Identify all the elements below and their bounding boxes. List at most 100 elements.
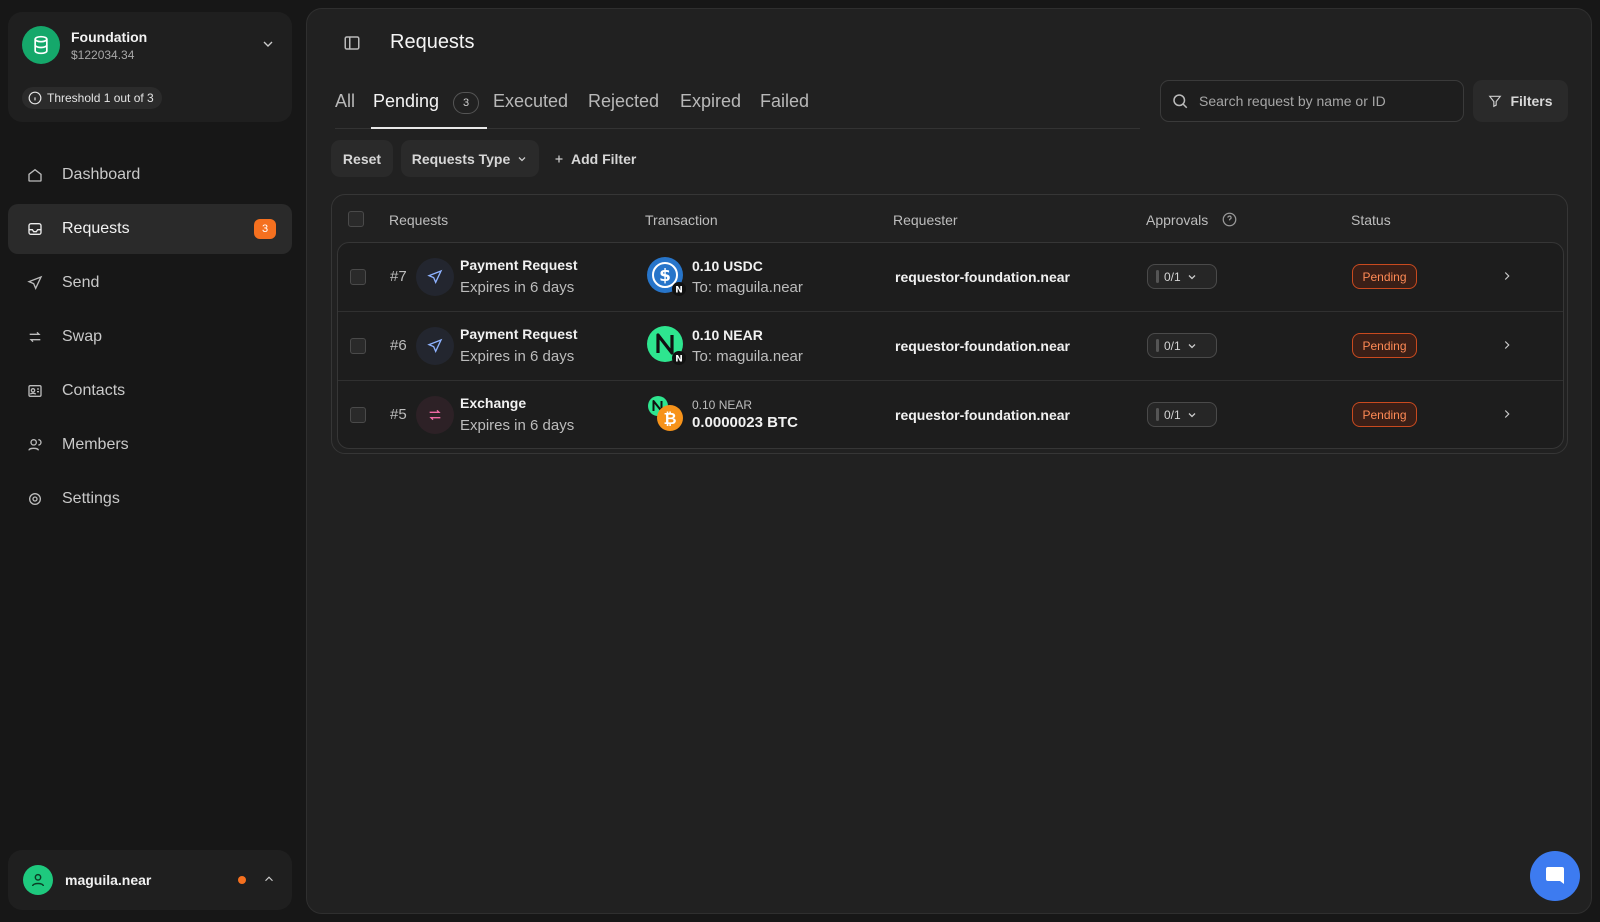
notification-dot bbox=[238, 876, 246, 884]
sidebar: Foundation $122034.34 Threshold 1 out of… bbox=[0, 0, 300, 922]
status-badge: Pending bbox=[1352, 402, 1417, 427]
send-icon bbox=[416, 327, 454, 365]
search-icon bbox=[1173, 94, 1188, 109]
request-expiry: Expires in 6 days bbox=[460, 279, 575, 296]
sidebar-item-send[interactable]: Send bbox=[8, 258, 292, 308]
usdc-token-icon: $ N bbox=[647, 257, 686, 296]
user-avatar bbox=[23, 865, 53, 895]
send-icon bbox=[416, 258, 454, 296]
sidebar-item-label: Contacts bbox=[62, 382, 126, 399]
sidebar-item-label: Swap bbox=[62, 328, 103, 345]
add-filter-label: Add Filter bbox=[571, 150, 637, 167]
status-badge: Pending bbox=[1352, 264, 1417, 289]
swap-from-amount: 0.10 NEAR bbox=[692, 398, 753, 412]
sidebar-item-label: Dashboard bbox=[62, 166, 141, 183]
table-body: #7 Payment Request Expires in 6 days $ N… bbox=[337, 242, 1564, 449]
filters-label: Filters bbox=[1510, 93, 1553, 109]
search-input[interactable] bbox=[1199, 93, 1449, 109]
svg-text:₿: ₿ bbox=[663, 409, 676, 428]
chevron-down-icon bbox=[1188, 412, 1196, 417]
user-account-menu[interactable]: maguila.near bbox=[8, 850, 292, 910]
add-filter-button[interactable]: Add Filter bbox=[553, 140, 643, 177]
sidebar-toggle-icon[interactable] bbox=[343, 34, 361, 57]
sidebar-item-label: Settings bbox=[62, 490, 120, 507]
requests-count-badge: 3 bbox=[254, 219, 276, 239]
table-row[interactable]: #5 Exchange Expires in 6 days ₿ 0.10 NEA… bbox=[338, 381, 1563, 448]
sidebar-item-settings[interactable]: Settings bbox=[8, 474, 292, 524]
column-header: Transaction bbox=[645, 212, 718, 228]
chat-support-button[interactable] bbox=[1530, 851, 1580, 901]
request-id: #7 bbox=[390, 268, 407, 285]
sidebar-item-swap[interactable]: Swap bbox=[8, 312, 292, 362]
sidebar-item-label: Send bbox=[62, 274, 100, 291]
sidebar-item-requests[interactable]: Requests 3 bbox=[8, 204, 292, 254]
transaction-recipient: To: maguila.near bbox=[692, 348, 803, 365]
chevron-down-icon bbox=[1188, 343, 1196, 348]
filters-button[interactable]: Filters bbox=[1473, 80, 1568, 122]
sidebar-item-label: Requests bbox=[62, 220, 130, 237]
transaction-amount: 0.10 USDC bbox=[692, 258, 763, 274]
home-icon bbox=[26, 166, 44, 184]
request-expiry: Expires in 6 days bbox=[460, 417, 575, 434]
tab-executed[interactable]: Executed bbox=[493, 91, 568, 112]
select-all-checkbox[interactable] bbox=[348, 211, 364, 227]
settings-icon bbox=[26, 490, 44, 508]
chevron-right-icon[interactable] bbox=[1500, 338, 1514, 357]
sidebar-item-dashboard[interactable]: Dashboard bbox=[8, 150, 292, 200]
org-switcher[interactable]: Foundation $122034.34 Threshold 1 out of… bbox=[8, 12, 292, 122]
row-checkbox[interactable] bbox=[350, 407, 366, 423]
reset-filters-button[interactable]: Reset bbox=[331, 140, 393, 177]
chevron-right-icon[interactable] bbox=[1500, 407, 1514, 426]
transaction-recipient: To: maguila.near bbox=[692, 279, 803, 296]
svg-text:N: N bbox=[675, 286, 683, 296]
approvals-count: 0/1 bbox=[1164, 269, 1181, 284]
main-panel: Requests All Pending 3 Executed Rejected… bbox=[306, 8, 1592, 914]
sidebar-item-label: Members bbox=[62, 436, 129, 453]
row-checkbox[interactable] bbox=[350, 338, 366, 354]
active-tab-indicator bbox=[371, 127, 487, 129]
chevron-up-icon[interactable] bbox=[262, 872, 276, 891]
requests-table: Requests Transaction Requester Approvals… bbox=[331, 194, 1568, 454]
chevron-down-icon bbox=[1188, 274, 1196, 279]
column-header: Approvals bbox=[1146, 212, 1209, 228]
approvals-dropdown[interactable]: 0/1 bbox=[1147, 333, 1217, 358]
tab-all[interactable]: All bbox=[335, 91, 355, 112]
status-tabs: All Pending 3 Executed Rejected Expired … bbox=[335, 79, 1140, 129]
members-icon bbox=[26, 436, 44, 454]
sidebar-item-members[interactable]: Members bbox=[8, 420, 292, 470]
table-row[interactable]: #7 Payment Request Expires in 6 days $ N… bbox=[338, 243, 1563, 312]
tab-failed[interactable]: Failed bbox=[760, 91, 809, 112]
tab-rejected[interactable]: Rejected bbox=[588, 91, 659, 112]
requester-account: requestor-foundation.near bbox=[895, 407, 1071, 423]
swap-icon bbox=[26, 328, 44, 346]
row-checkbox[interactable] bbox=[350, 269, 366, 285]
threshold-text: Threshold 1 out of 3 bbox=[47, 91, 154, 105]
contacts-icon bbox=[26, 382, 44, 400]
request-expiry: Expires in 6 days bbox=[460, 348, 575, 365]
approval-progress bbox=[1156, 270, 1159, 283]
approvals-dropdown[interactable]: 0/1 bbox=[1147, 264, 1217, 289]
inbox-icon bbox=[26, 220, 44, 238]
requests-type-dropdown[interactable]: Requests Type bbox=[401, 140, 539, 177]
approval-progress bbox=[1156, 408, 1159, 421]
request-title: Payment Request bbox=[460, 326, 578, 342]
table-header: Requests Transaction Requester Approvals… bbox=[332, 195, 1567, 243]
swap-icon bbox=[416, 396, 454, 434]
filter-icon bbox=[1489, 95, 1502, 108]
tab-pending[interactable]: Pending bbox=[373, 91, 439, 112]
chevron-down-icon[interactable] bbox=[260, 36, 276, 57]
requester-account: requestor-foundation.near bbox=[895, 269, 1071, 285]
request-title: Exchange bbox=[460, 395, 527, 411]
approvals-dropdown[interactable]: 0/1 bbox=[1147, 402, 1217, 427]
help-icon[interactable] bbox=[1222, 212, 1237, 232]
table-row[interactable]: #6 Payment Request Expires in 6 days N 0… bbox=[338, 312, 1563, 381]
near-token-icon: N bbox=[647, 326, 686, 365]
requester-account: requestor-foundation.near bbox=[895, 338, 1071, 354]
request-title: Payment Request bbox=[460, 257, 578, 273]
database-icon bbox=[34, 35, 48, 55]
info-icon bbox=[28, 91, 42, 105]
chevron-right-icon[interactable] bbox=[1500, 269, 1514, 288]
sidebar-item-contacts[interactable]: Contacts bbox=[8, 366, 292, 416]
tab-expired[interactable]: Expired bbox=[680, 91, 741, 112]
org-logo bbox=[22, 26, 60, 64]
